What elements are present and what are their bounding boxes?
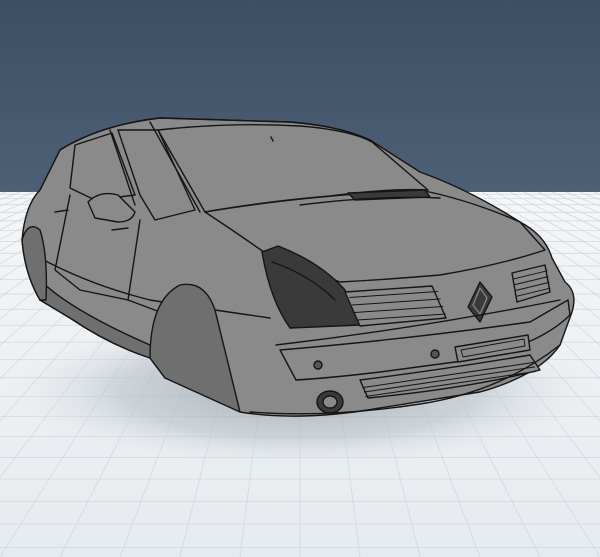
3d-viewport[interactable] [0, 0, 600, 557]
fog-light-inner [322, 395, 338, 409]
3d-scene[interactable] [0, 0, 600, 557]
bumper-vent-right [430, 349, 440, 359]
bumper-vent [313, 360, 323, 370]
